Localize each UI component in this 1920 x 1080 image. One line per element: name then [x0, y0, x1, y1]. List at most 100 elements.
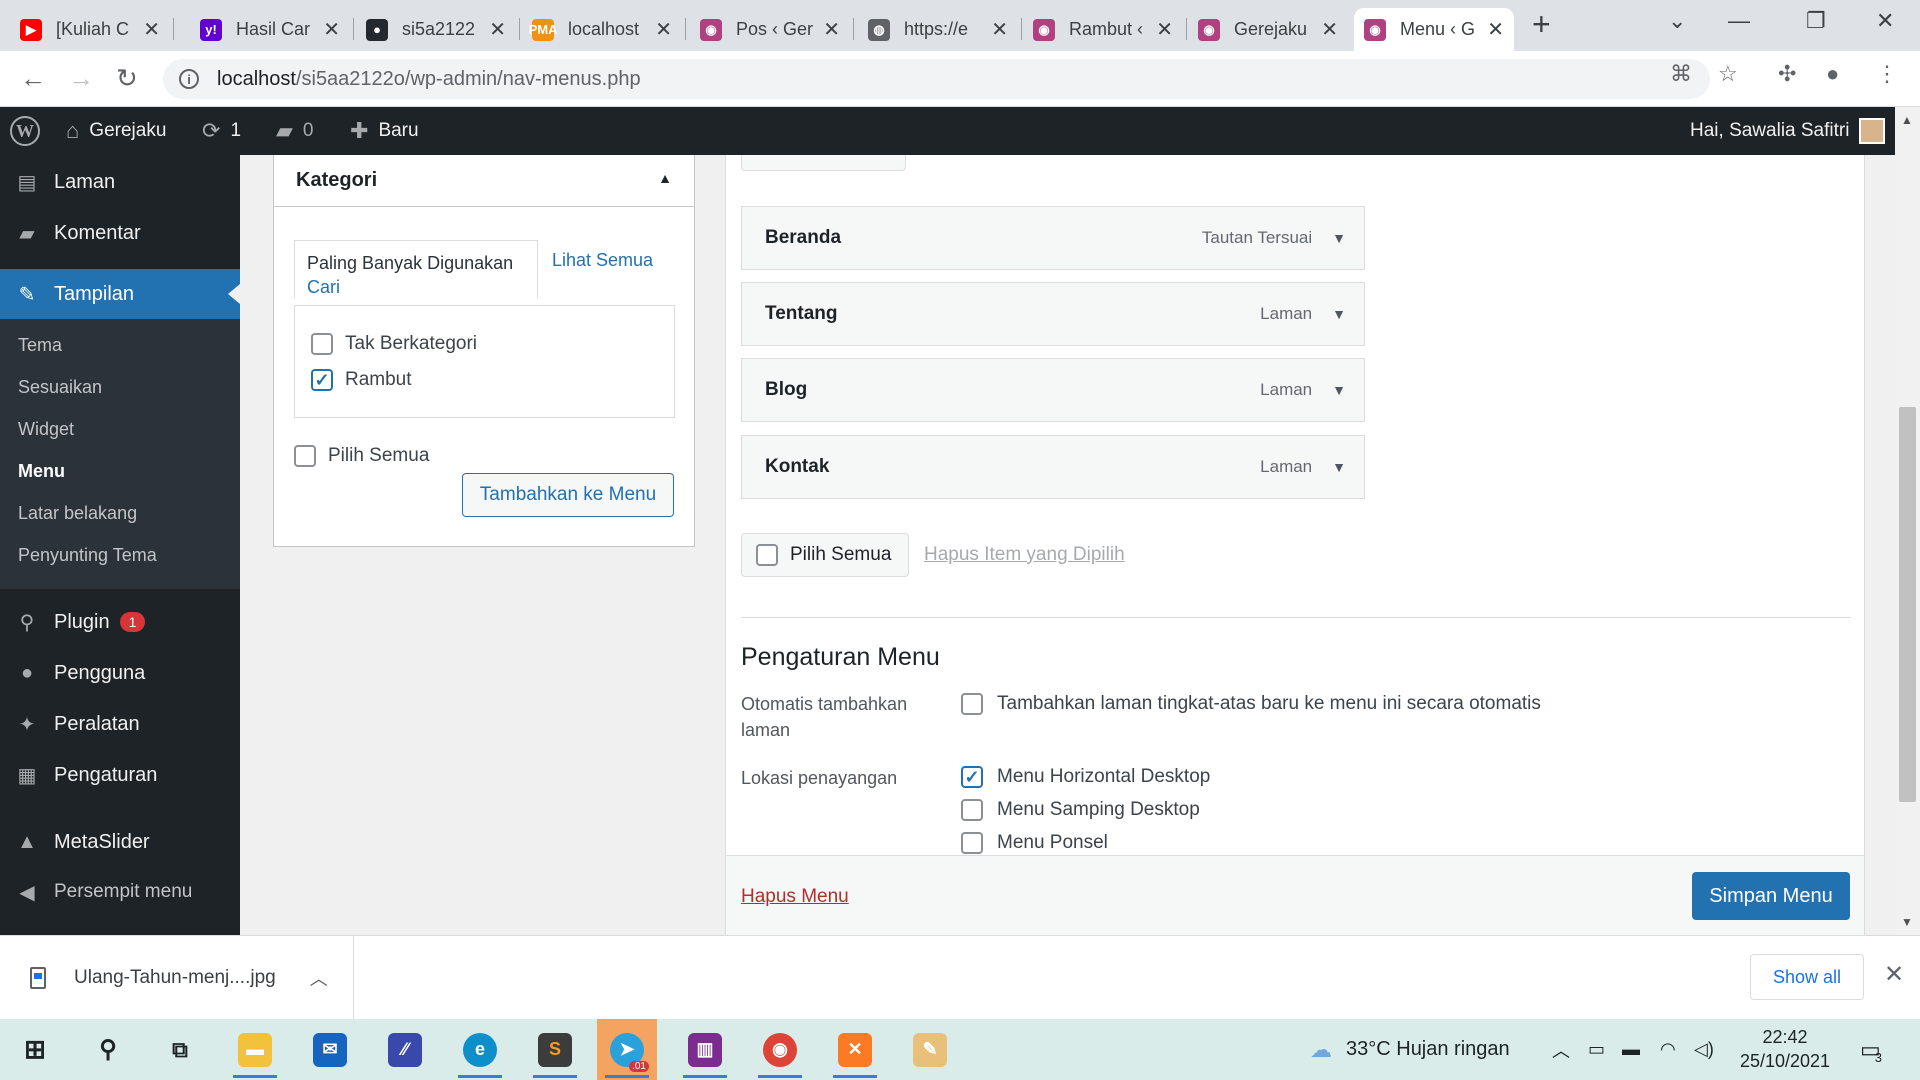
taskbar-file-explorer[interactable]: ▬	[225, 1019, 285, 1080]
wp-logo-menu[interactable]: W	[10, 107, 40, 155]
menu-item-tentang[interactable]: Tentang Laman ▼	[741, 282, 1365, 346]
chevron-up-icon[interactable]: ︿	[310, 965, 328, 991]
forward-arrow-icon[interactable]: →	[68, 63, 94, 94]
updates-menu[interactable]: ⟳ 1	[202, 107, 241, 155]
browser-tab[interactable]: ◉ Rambut ‹ ✕	[1023, 8, 1183, 51]
sidebar-item-laman[interactable]: ▤ Laman	[0, 157, 240, 207]
page-scrollbar[interactable]: ▲ ▼	[1895, 107, 1920, 935]
menu-item-blog[interactable]: Blog Laman ▼	[741, 358, 1365, 422]
submenu-item-sesuaikan[interactable]: Sesuaikan	[18, 377, 102, 398]
sidebar-item-tampilan[interactable]: ✎ Tampilan	[0, 269, 240, 319]
notification-center[interactable]: ▭ 3	[1860, 1019, 1882, 1080]
sidebar-item-peralatan[interactable]: ✦ Peralatan	[0, 699, 240, 749]
browser-tab[interactable]: ◉ Gerejaku ✕	[1188, 8, 1348, 51]
weather-widget[interactable]: ☁ 33°C Hujan ringan	[1310, 1019, 1510, 1080]
account-menu[interactable]: Hai, Sawalia Safitri	[1690, 107, 1886, 155]
browser-menu-icon[interactable]: ⋮	[1876, 61, 1898, 87]
tab-search[interactable]: Cari	[307, 277, 340, 298]
location-mobile[interactable]: Menu Ponsel	[961, 832, 1108, 854]
submenu-item-latar-belakang[interactable]: Latar belakang	[18, 503, 137, 524]
sidebar-item-plugin[interactable]: ⚲ Plugin 1	[0, 597, 240, 647]
close-tab-icon[interactable]: ✕	[489, 17, 506, 42]
browser-tab[interactable]: ▶ [Kuliah C ✕	[10, 8, 170, 51]
extensions-puzzle-icon[interactable]: ✣	[1778, 61, 1796, 87]
submenu-item-tema[interactable]: Tema	[18, 335, 62, 356]
close-window-icon[interactable]: ✕	[1876, 8, 1894, 34]
new-tab-button[interactable]: +	[1532, 6, 1551, 43]
minimize-icon[interactable]: —	[1728, 8, 1750, 34]
meet-now-icon[interactable]: ▭	[1588, 1019, 1605, 1080]
taskbar-xampp[interactable]: ✕	[825, 1019, 885, 1080]
checkbox[interactable]	[961, 799, 983, 821]
show-all-downloads-button[interactable]: Show all	[1750, 954, 1864, 1000]
system-clock[interactable]: 22:42 25/10/2021	[1735, 1025, 1835, 1073]
auto-add-pages-option[interactable]: Tambahkan laman tingkat-atas baru ke men…	[961, 693, 1541, 715]
task-view-button[interactable]: ⧉	[150, 1019, 210, 1080]
taskbar-winrar[interactable]: ▥	[675, 1019, 735, 1080]
volume-icon[interactable]: ◁)	[1694, 1019, 1714, 1080]
close-tab-icon[interactable]: ✕	[323, 17, 340, 42]
category-option-tak-berkategori[interactable]: Tak Berkategori	[311, 333, 477, 355]
checkbox[interactable]	[961, 693, 983, 715]
download-item[interactable]: Ulang-Tahun-menj....jpg ︿	[0, 936, 354, 1020]
reload-icon[interactable]: ↻	[116, 63, 138, 94]
show-hidden-icons[interactable]: ︿	[1552, 1019, 1570, 1080]
close-tab-icon[interactable]: ✕	[1156, 17, 1173, 42]
collapse-arrow-icon[interactable]: ▲	[658, 170, 672, 186]
expand-arrow-icon[interactable]: ▼	[1332, 306, 1346, 322]
checkbox-checked[interactable]: ✓	[961, 766, 983, 788]
browser-tab[interactable]: ◉ Menu ‹ G ✕	[1354, 8, 1514, 51]
close-tab-icon[interactable]: ✕	[991, 17, 1008, 42]
location-side-desktop[interactable]: Menu Samping Desktop	[961, 799, 1200, 821]
scrollbar-thumb[interactable]	[1899, 407, 1916, 802]
scroll-up-arrow-icon[interactable]: ▲	[1901, 113, 1913, 127]
taskbar-mail[interactable]: ✉	[300, 1019, 360, 1080]
checkbox-checked[interactable]: ✓	[311, 369, 333, 391]
battery-icon[interactable]: ▬	[1622, 1019, 1640, 1080]
add-to-menu-button[interactable]: Tambahkan ke Menu	[462, 473, 674, 517]
checkbox[interactable]	[311, 333, 333, 355]
browser-tab[interactable]: ◍ https://e ✕	[858, 8, 1018, 51]
taskbar-chrome[interactable]: ◉	[750, 1019, 810, 1080]
site-info-icon[interactable]: i	[179, 69, 199, 89]
select-all-categories[interactable]: Pilih Semua	[294, 445, 429, 467]
address-bar[interactable]: i localhost/si5aa2122o/wp-admin/nav-menu…	[163, 59, 1710, 99]
comments-menu[interactable]: ▰ 0	[276, 107, 314, 155]
profile-avatar-icon[interactable]: ●	[1826, 61, 1839, 87]
start-button[interactable]: ⊞	[5, 1019, 65, 1080]
browser-tab[interactable]: ● si5a2122 ✕	[356, 8, 516, 51]
sidebar-item-pengaturan[interactable]: ▦ Pengaturan	[0, 750, 240, 800]
remove-selected-items-link[interactable]: Hapus Item yang Dipilih	[924, 544, 1125, 566]
bulk-select-all[interactable]: Pilih Semua	[741, 533, 909, 577]
delete-menu-link[interactable]: Hapus Menu	[741, 886, 849, 908]
tab-search-chevron-icon[interactable]: ⌄	[1668, 8, 1686, 34]
taskbar-sublime[interactable]: S	[525, 1019, 585, 1080]
location-horizontal-desktop[interactable]: ✓ Menu Horizontal Desktop	[961, 766, 1210, 788]
category-option-rambut[interactable]: ✓ Rambut	[311, 369, 412, 391]
taskbar-paint[interactable]: ✎	[900, 1019, 960, 1080]
save-menu-button[interactable]: Simpan Menu	[1692, 872, 1850, 920]
restore-icon[interactable]: ❐	[1806, 8, 1826, 34]
menu-item-beranda[interactable]: Beranda Tautan Tersuai ▼	[741, 206, 1365, 270]
taskbar-telegram[interactable]: ➤ .01	[597, 1019, 657, 1080]
tab-view-all[interactable]: Lihat Semua	[552, 250, 653, 271]
browser-tab[interactable]: y! Hasil Car ✕	[190, 8, 350, 51]
expand-arrow-icon[interactable]: ▼	[1332, 230, 1346, 246]
close-tab-icon[interactable]: ✕	[1487, 17, 1504, 42]
browser-tab[interactable]: ◉ Pos ‹ Ger ✕	[690, 8, 850, 51]
expand-arrow-icon[interactable]: ▼	[1332, 382, 1346, 398]
scroll-down-arrow-icon[interactable]: ▼	[1901, 915, 1913, 929]
translate-icon[interactable]: ⌘	[1670, 61, 1692, 87]
close-tab-icon[interactable]: ✕	[655, 17, 672, 42]
bookmark-star-icon[interactable]: ☆	[1718, 61, 1738, 87]
submenu-item-penyunting-tema[interactable]: Penyunting Tema	[18, 545, 157, 566]
back-arrow-icon[interactable]: ←	[20, 63, 46, 94]
taskbar-vs-app[interactable]: ∕∕	[375, 1019, 435, 1080]
checkbox[interactable]	[294, 445, 316, 467]
submenu-item-widget[interactable]: Widget	[18, 419, 74, 440]
menu-item-kontak[interactable]: Kontak Laman ▼	[741, 435, 1365, 499]
sidebar-item-metaslider[interactable]: ▲ MetaSlider	[0, 817, 240, 867]
checkbox[interactable]	[756, 544, 778, 566]
close-tab-icon[interactable]: ✕	[143, 17, 160, 42]
close-icon[interactable]: ✕	[1884, 960, 1904, 989]
